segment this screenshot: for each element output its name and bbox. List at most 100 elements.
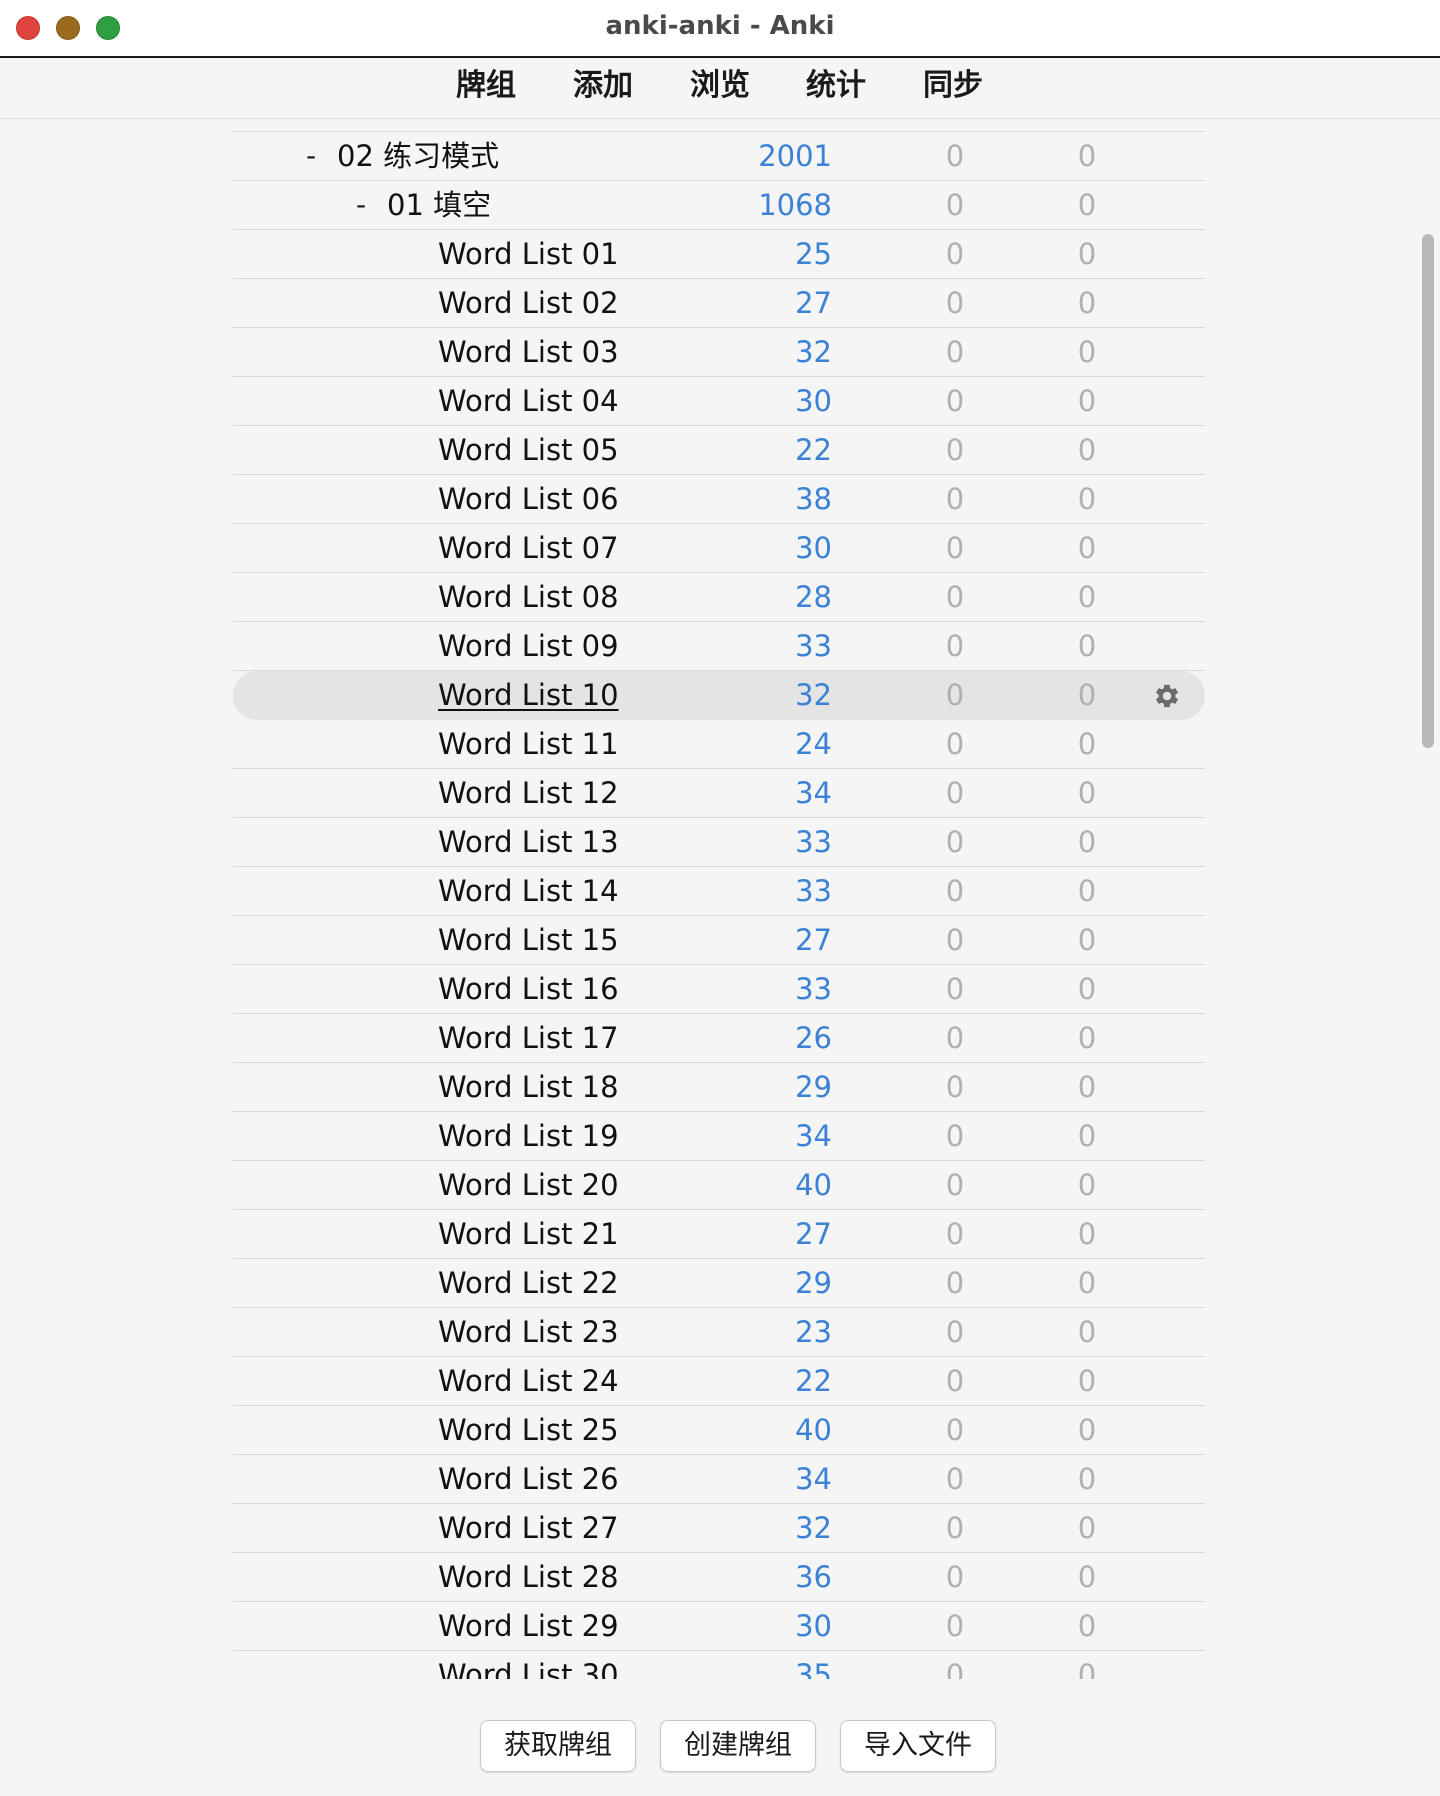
learn-count: 0 [945,1462,965,1496]
review-count: 0 [1077,1609,1097,1643]
new-count: 30 [795,531,832,565]
toolbar-sync[interactable]: 同步 [923,66,983,106]
deck-name[interactable]: Word List 12 [438,769,619,817]
deck-row[interactable]: Word List 25 40 0 0 [233,1406,1205,1455]
deck-row[interactable]: Word List 22 29 0 0 [233,1259,1205,1308]
new-count: 38 [795,482,832,516]
deck-name[interactable]: Word List 16 [438,965,619,1013]
new-count: 26 [795,1021,832,1055]
new-count: 33 [795,825,832,859]
deck-row[interactable]: Word List 03 32 0 0 [233,328,1205,377]
deck-row-fill-blank[interactable]: - 01 填空 1068 0 0 [233,181,1205,230]
deck-name[interactable]: Word List 10 [438,671,619,719]
new-count: 34 [795,1462,832,1496]
collapse-toggle[interactable]: - [356,181,366,229]
deck-row[interactable]: Word List 05 22 0 0 [233,426,1205,475]
deck-name[interactable]: Word List 15 [438,916,619,964]
deck-row[interactable]: Word List 27 32 0 0 [233,1504,1205,1553]
toolbar-browse[interactable]: 浏览 [690,66,750,106]
deck-name[interactable]: Word List 27 [438,1504,619,1552]
new-count: 34 [795,776,832,810]
import-file-button[interactable]: 导入文件 [840,1720,996,1772]
deck-name[interactable]: Word List 09 [438,622,619,670]
deck-name[interactable]: Word List 03 [438,328,619,376]
deck-name[interactable]: Word List 21 [438,1210,619,1258]
deck-row[interactable]: Word List 28 36 0 0 [233,1553,1205,1602]
deck-row[interactable]: Word List 29 30 0 0 [233,1602,1205,1651]
scrollbar-thumb[interactable] [1422,234,1434,748]
deck-name[interactable]: Word List 02 [438,279,619,327]
deck-name[interactable]: Word List 18 [438,1063,619,1111]
deck-row[interactable]: Word List 09 33 0 0 [233,622,1205,671]
review-count: 0 [1077,1119,1097,1153]
review-count: 0 [1077,1315,1097,1349]
deck-row[interactable]: Word List 26 34 0 0 [233,1455,1205,1504]
review-count: 0 [1077,1266,1097,1300]
deck-name[interactable]: Word List 01 [438,230,619,278]
deck-row[interactable]: Word List 30 35 0 0 [233,1651,1205,1679]
deck-row[interactable]: Word List 23 23 0 0 [233,1308,1205,1357]
deck-name[interactable]: Word List 28 [438,1553,619,1601]
deck-row[interactable]: Word List 01 25 0 0 [233,230,1205,279]
deck-row[interactable]: Word List 18 29 0 0 [233,1063,1205,1112]
review-count: 0 [1077,1168,1097,1202]
learn-count: 0 [945,1266,965,1300]
deck-row[interactable]: Word List 12 34 0 0 [233,769,1205,818]
deck-row[interactable]: Word List 10 32 0 0 [233,671,1205,720]
deck-name[interactable]: Word List 23 [438,1308,619,1356]
create-deck-button[interactable]: 创建牌组 [660,1720,816,1772]
deck-name[interactable]: Word List 22 [438,1259,619,1307]
deck-name[interactable]: Word List 17 [438,1014,619,1062]
deck-row[interactable]: Word List 07 30 0 0 [233,524,1205,573]
deck-row-partial [233,119,1205,132]
deck-row[interactable]: Word List 21 27 0 0 [233,1210,1205,1259]
learn-count: 0 [945,1413,965,1447]
learn-count: 0 [945,776,965,810]
toolbar-add[interactable]: 添加 [573,66,633,106]
collapse-toggle[interactable]: - [306,132,316,180]
deck-name[interactable]: 02 练习模式 [337,132,499,180]
deck-name[interactable]: Word List 14 [438,867,619,915]
new-count: 2001 [758,139,832,173]
deck-name[interactable]: Word List 04 [438,377,619,425]
deck-name[interactable]: 01 填空 [387,181,491,229]
deck-row[interactable]: Word List 06 38 0 0 [233,475,1205,524]
gear-icon[interactable] [1153,682,1181,710]
deck-name[interactable]: Word List 11 [438,720,619,768]
deck-row-practice-mode[interactable]: - 02 练习模式 2001 0 0 [233,132,1205,181]
deck-row[interactable]: Word List 04 30 0 0 [233,377,1205,426]
deck-row[interactable]: Word List 13 33 0 0 [233,818,1205,867]
new-count: 27 [795,923,832,957]
deck-row[interactable]: Word List 02 27 0 0 [233,279,1205,328]
deck-row[interactable]: Word List 11 24 0 0 [233,720,1205,769]
deck-name[interactable]: Word List 19 [438,1112,619,1160]
deck-row[interactable]: Word List 19 34 0 0 [233,1112,1205,1161]
deck-name[interactable]: Word List 06 [438,475,619,523]
deck-name[interactable]: Word List 07 [438,524,619,572]
deck-row[interactable]: Word List 16 33 0 0 [233,965,1205,1014]
deck-name[interactable]: Word List 24 [438,1357,619,1405]
deck-name[interactable]: Word List 25 [438,1406,619,1454]
deck-row[interactable]: Word List 20 40 0 0 [233,1161,1205,1210]
learn-count: 0 [945,1168,965,1202]
get-shared-decks-button[interactable]: 获取牌组 [480,1720,636,1772]
learn-count: 0 [945,1315,965,1349]
review-count: 0 [1077,237,1097,271]
new-count: 27 [795,1217,832,1251]
learn-count: 0 [945,237,965,271]
deck-name[interactable]: Word List 08 [438,573,619,621]
deck-name[interactable]: Word List 26 [438,1455,619,1503]
deck-name[interactable]: Word List 05 [438,426,619,474]
deck-row[interactable]: Word List 17 26 0 0 [233,1014,1205,1063]
deck-row[interactable]: Word List 24 22 0 0 [233,1357,1205,1406]
deck-name[interactable]: Word List 13 [438,818,619,866]
toolbar-stats[interactable]: 统计 [806,66,866,106]
deck-name[interactable]: Word List 20 [438,1161,619,1209]
review-count: 0 [1077,776,1097,810]
deck-name[interactable]: Word List 29 [438,1602,619,1650]
deck-row[interactable]: Word List 15 27 0 0 [233,916,1205,965]
deck-row[interactable]: Word List 14 33 0 0 [233,867,1205,916]
toolbar-decks[interactable]: 牌组 [456,66,516,106]
deck-name[interactable]: Word List 30 [438,1651,619,1679]
deck-row[interactable]: Word List 08 28 0 0 [233,573,1205,622]
